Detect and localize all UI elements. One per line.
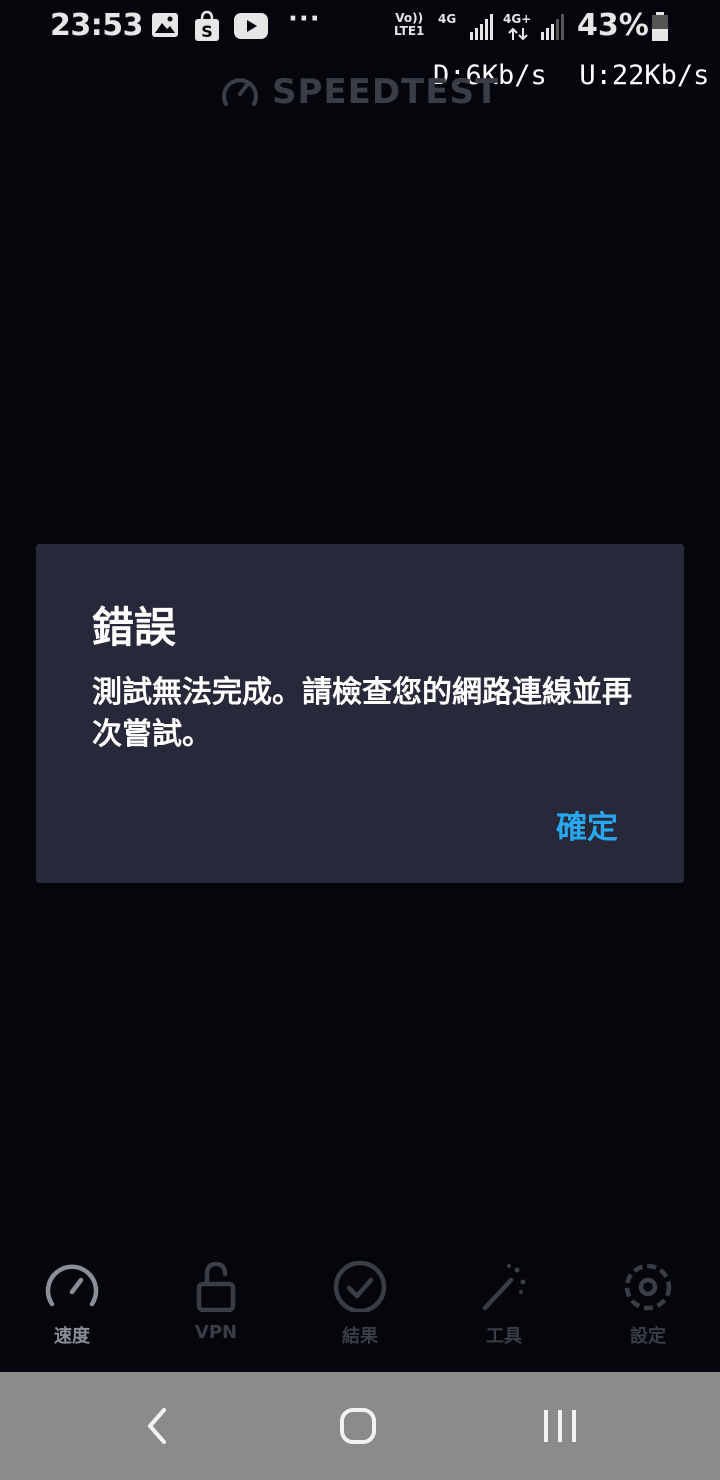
upload-speed: U:22Kb/s (579, 60, 710, 91)
logo-text: SPEEDTEST (272, 72, 500, 112)
sim1-network-type: 4G (438, 12, 457, 26)
data-transfer-icon (508, 26, 528, 45)
back-icon[interactable] (128, 1402, 188, 1450)
shopping-bag-icon: S (193, 10, 221, 46)
lte-label: LTE1 (394, 24, 425, 38)
youtube-icon (234, 13, 268, 43)
svg-text:S: S (201, 22, 213, 41)
volte-indicator: Vo)) LTE1 (394, 12, 424, 38)
status-time: 23:53 (50, 8, 144, 43)
bottom-navigation: 速度 VPN 結果 工具 設定 (0, 1250, 720, 1370)
speedtest-screen: 23:53 S ··· Vo)) LTE1 4G 4G+ 43% D:6Kb/s… (0, 0, 720, 1480)
nav-label-settings: 設定 (630, 1326, 666, 1347)
status-bar: 23:53 S ··· Vo)) LTE1 4G 4G+ 43% (0, 0, 720, 56)
nav-item-speed[interactable]: 速度 (22, 1260, 122, 1360)
check-circle-icon (310, 1260, 410, 1312)
volte-label: Vo)) (395, 11, 424, 25)
signal-strength-icon (541, 14, 565, 44)
battery-icon (651, 12, 669, 46)
nav-item-results[interactable]: 結果 (310, 1260, 410, 1360)
recents-icon[interactable] (530, 1402, 590, 1450)
more-notifications-indicator: ··· (288, 4, 321, 34)
nav-label-results: 結果 (342, 1326, 378, 1347)
nav-label-vpn: VPN (194, 1322, 238, 1343)
nav-item-tools[interactable]: 工具 (454, 1260, 554, 1360)
dialog-message: 測試無法完成。請檢查您的網路連線並再次嘗試。 (92, 675, 632, 752)
battery-percent: 43% (577, 8, 649, 43)
nav-item-settings[interactable]: 設定 (598, 1260, 698, 1360)
error-dialog: 錯誤 測試無法完成。請檢查您的網路連線並再次嘗試。 確定 (36, 544, 684, 883)
nav-label-speed: 速度 (54, 1326, 90, 1347)
nav-item-vpn[interactable]: VPN (166, 1260, 266, 1360)
unlock-icon (166, 1260, 266, 1312)
magic-wand-icon (454, 1260, 554, 1312)
gear-icon (598, 1260, 698, 1312)
speedometer-logo-icon (220, 72, 260, 116)
ok-button[interactable]: 確定 (556, 802, 618, 847)
image-icon (151, 12, 179, 42)
speedometer-icon (22, 1260, 122, 1312)
sim2-network-type: 4G+ (503, 12, 532, 26)
signal-strength-icon (470, 14, 494, 44)
dialog-title: 錯誤 (92, 603, 177, 652)
nav-label-tools: 工具 (486, 1326, 522, 1347)
home-icon[interactable] (328, 1402, 388, 1450)
system-navigation-bar (0, 1372, 720, 1480)
